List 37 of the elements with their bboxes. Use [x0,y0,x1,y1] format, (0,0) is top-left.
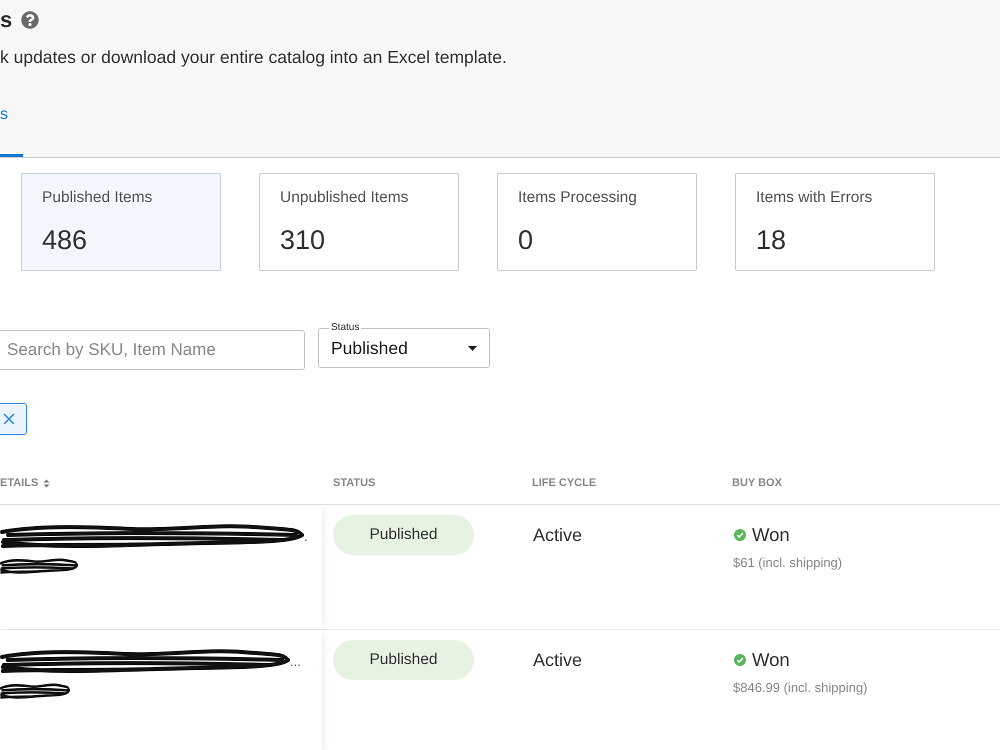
search-field[interactable]: Search by SKU, Item Name [0,330,305,370]
life-cycle-text: Active [533,650,582,670]
truncation-ellipsis: ... [290,655,301,669]
page-description: k updates or download your entire catalog into an Excel template. [0,47,507,67]
help-icon[interactable] [21,11,40,29]
sort-icon[interactable] [43,478,50,488]
column-header: LIFE CYCLE [532,477,596,489]
card-label: Items with Errors [756,189,872,207]
summary-card[interactable]: Published Items 486 [21,173,221,271]
card-label: Unpublished Items [280,189,408,207]
summary-card[interactable]: Items Processing 0 [497,173,697,271]
card-value: 310 [280,225,326,255]
status-badge: Published [333,515,474,555]
scribble-drawing [0,682,70,700]
buy-box-price: $846.99 (incl. shipping) [733,680,868,695]
tab[interactable]: s [0,95,23,157]
buy-box-result: Won [752,525,790,545]
status-select[interactable]: Status Published [318,322,490,368]
check-circle-icon [734,654,746,666]
card-label: Published Items [42,189,152,207]
status-badge: Published [333,640,474,680]
card-value: 486 [42,225,88,255]
clear-filter-button[interactable] [0,403,27,435]
truncation-ellipsis: . [304,530,308,544]
summary-card[interactable]: Items with Errors 18 [735,173,935,271]
summary-card[interactable]: Unpublished Items 310 [259,173,459,271]
column-header: BUY BOX [732,477,782,489]
card-value: 0 [518,225,534,255]
card-label: Items Processing [518,189,637,207]
page-title: s [0,8,12,32]
caret-icon [468,346,477,351]
column-header: STATUS [333,477,376,489]
card-value: 18 [756,225,786,255]
buy-box-result: Won [752,650,790,670]
life-cycle-text: Active [533,525,582,545]
buy-box-price: $61 (incl. shipping) [733,555,842,570]
check-circle-icon [734,529,746,541]
